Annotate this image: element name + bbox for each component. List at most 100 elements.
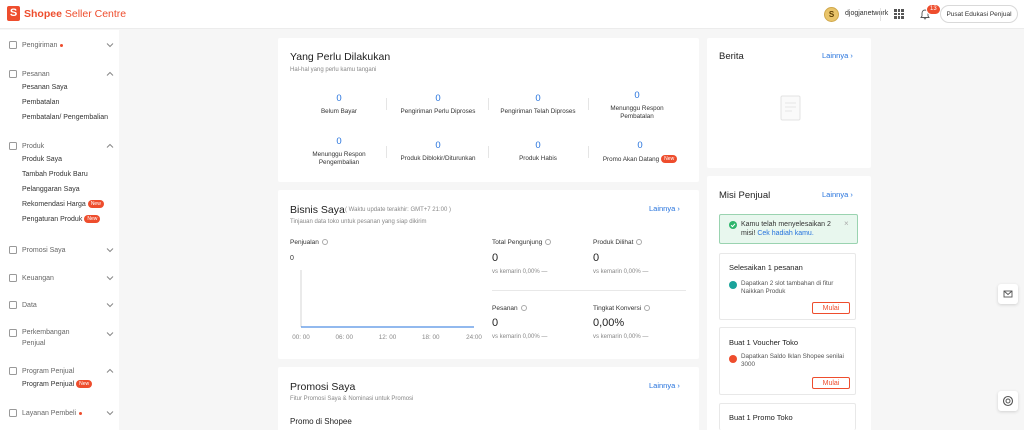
voucher-icon: [729, 355, 737, 363]
sidebar-subitem-pesanan-saya[interactable]: Pesanan Saya: [9, 80, 119, 95]
claim-reward-link[interactable]: Cek hadiah kamu.: [757, 230, 813, 237]
stat-menunggu-respon-pengembalian[interactable]: 0 Menunggu Respon Pengembalian: [306, 136, 372, 167]
chevron-down-icon[interactable]: [105, 329, 115, 339]
sidebar-subitem-pengaturan-produk[interactable]: Pengaturan Produk New: [9, 212, 119, 227]
sidebar-group-pengiriman: Pengiriman: [0, 39, 119, 51]
stat-menunggu-respon-pembatalan[interactable]: 0 Menunggu Respon Pembatalan: [600, 90, 674, 121]
brand-main: Shopee: [24, 7, 62, 20]
chevron-down-icon[interactable]: [105, 245, 115, 255]
metric-label-visitors: Total Pengunjung: [492, 239, 552, 246]
chat-float-button[interactable]: [998, 284, 1018, 304]
sidebar-item-perkembangan-penjual[interactable]: Perkembangan Penjual: [9, 327, 119, 349]
help-icon[interactable]: [321, 239, 328, 245]
brand-sub: Seller Centre: [64, 7, 127, 20]
chevron-down-icon[interactable]: [105, 300, 115, 310]
business-title: Bisnis Saya: [290, 204, 345, 216]
mission-item-title: Buat 1 Promo Toko: [729, 413, 793, 422]
sidebar-item-pengiriman[interactable]: Pengiriman: [9, 39, 119, 51]
apps-grid-icon[interactable]: [894, 9, 905, 20]
stat-produk-habis[interactable]: 0 Produk Habis: [492, 140, 584, 163]
sales-chart: 0 00: 00 06: 00 12: 00 18: 00 24:00: [290, 255, 482, 341]
chart-icon: [9, 301, 17, 309]
avatar[interactable]: S: [824, 7, 839, 22]
sidebar-item-layanan-pembeli[interactable]: Layanan Pembeli: [9, 407, 119, 419]
sidebar-item-promosi-saya[interactable]: Promosi Saya: [9, 244, 119, 256]
sidebar: Pengiriman Pesanan Pesanan Saya Pembatal…: [0, 30, 119, 430]
sidebar-item-produk[interactable]: Produk: [9, 140, 119, 152]
sidebar-group-keuangan: Keuangan: [0, 272, 119, 284]
mission-title: Misi Penjual: [719, 190, 771, 201]
metric-label-conversion: Tingkat Konversi: [593, 305, 651, 312]
business-subtitle: Tinjauan data toko untuk pesanan yang si…: [290, 219, 427, 225]
promo-title: Promosi Saya: [290, 381, 356, 393]
notification-badge: 13: [926, 4, 941, 15]
promo-more-link[interactable]: Lainnya ›: [649, 381, 680, 390]
metric-sub-orders: vs kemarin 0,00% —: [492, 334, 548, 340]
x-tick-label: 00: 00: [292, 334, 310, 341]
username[interactable]: djogjanetwork: [845, 10, 888, 17]
divider: [386, 98, 387, 110]
divider: [386, 146, 387, 158]
chevron-up-icon[interactable]: [105, 366, 115, 376]
sidebar-group-data: Data: [0, 299, 119, 311]
sales-label: Penjualan: [290, 239, 328, 246]
shopee-logo[interactable]: S Shopee Seller Centre: [7, 6, 126, 21]
sidebar-group-perkembangan: Perkembangan Penjual: [0, 327, 119, 349]
start-mission-button[interactable]: Mulai: [812, 377, 850, 389]
mission-more-link[interactable]: Lainnya ›: [822, 190, 853, 199]
sidebar-subitem-program-penjual[interactable]: Program Penjual New: [9, 377, 119, 392]
help-icon[interactable]: [644, 305, 651, 311]
close-icon[interactable]: ×: [844, 219, 849, 228]
sidebar-group-produk: Produk Produk Saya Tambah Produk Baru Pe…: [0, 140, 119, 227]
todo-title: Yang Perlu Dilakukan: [290, 51, 391, 63]
stat-pengiriman-perlu-diproses[interactable]: 0 Pengiriman Perlu Diproses: [392, 93, 484, 116]
help-icon[interactable]: [545, 239, 552, 245]
metric-sub-visitors: vs kemarin 0,00% —: [492, 269, 548, 275]
start-mission-button[interactable]: Mulai: [812, 302, 850, 314]
metric-value-conversion: 0,00%: [593, 317, 625, 329]
sidebar-subitem-pengembalian[interactable]: Pembatalan/ Pengembalian: [9, 110, 119, 125]
sidebar-subitem-pembatalan[interactable]: Pembatalan: [9, 95, 119, 110]
mission-item: Buat 1 Voucher Toko Dapatkan Saldo Iklan…: [719, 327, 856, 395]
news-more-link[interactable]: Lainnya ›: [822, 51, 853, 60]
top-header: S Shopee Seller Centre S djogjanetwork 1…: [0, 0, 1024, 29]
chevron-down-icon[interactable]: [105, 273, 115, 283]
sidebar-item-keuangan[interactable]: Keuangan: [9, 272, 119, 284]
seller-education-button[interactable]: Pusat Edukasi Penjual: [940, 5, 1018, 23]
metric-value-product-views: 0: [593, 252, 600, 264]
metric-value-visitors: 0: [492, 252, 499, 264]
truck-icon: [9, 41, 17, 49]
todo-subtitle: Hal-hal yang perlu kamu tangani: [290, 67, 377, 73]
help-icon[interactable]: [636, 239, 643, 245]
support-float-button[interactable]: [998, 391, 1018, 411]
chevron-up-icon[interactable]: [105, 69, 115, 79]
news-card: Berita Lainnya ›: [707, 38, 871, 168]
stat-belum-bayar[interactable]: 0 Belum Bayar: [298, 93, 380, 116]
chevron-down-icon[interactable]: [105, 408, 115, 418]
business-more-link[interactable]: Lainnya ›: [649, 204, 680, 213]
check-circle-icon: [729, 221, 737, 229]
sidebar-item-data[interactable]: Data: [9, 299, 119, 311]
business-card: Bisnis Saya ( Waktu update terakhir: GMT…: [278, 190, 699, 359]
x-tick-label: 06: 00: [335, 334, 353, 341]
sidebar-subitem-produk-saya[interactable]: Produk Saya: [9, 152, 119, 167]
promo-subtitle: Fitur Promosi Saya & Nominasi untuk Prom…: [290, 396, 414, 402]
sidebar-subitem-pelanggaran[interactable]: Pelanggaran Saya: [9, 182, 119, 197]
stat-pengiriman-telah-diproses[interactable]: 0 Pengiriman Telah Diproses: [492, 93, 584, 116]
divider: [488, 146, 489, 158]
help-icon[interactable]: [520, 305, 527, 311]
new-badge: New: [661, 155, 678, 163]
chevron-up-icon[interactable]: [105, 141, 115, 151]
sidebar-group-layanan: Layanan Pembeli: [0, 407, 119, 419]
stat-produk-diblokir[interactable]: 0 Produk Diblokir/Diturunkan: [392, 140, 484, 163]
sidebar-subitem-rekomendasi-harga[interactable]: Rekomendasi Harga New: [9, 197, 119, 212]
sidebar-item-program-penjual[interactable]: Program Penjual: [9, 365, 119, 377]
sidebar-item-pesanan[interactable]: Pesanan: [9, 68, 119, 80]
x-tick-label: 18: 00: [422, 334, 440, 341]
chevron-down-icon[interactable]: [105, 40, 115, 50]
shopee-bag-icon: S: [7, 6, 20, 21]
sidebar-subitem-tambah-produk[interactable]: Tambah Produk Baru: [9, 167, 119, 182]
new-badge: New: [87, 200, 104, 208]
program-icon: [9, 367, 17, 375]
stat-promo-akan-datang[interactable]: 0 Promo Akan Datang New: [594, 140, 686, 164]
